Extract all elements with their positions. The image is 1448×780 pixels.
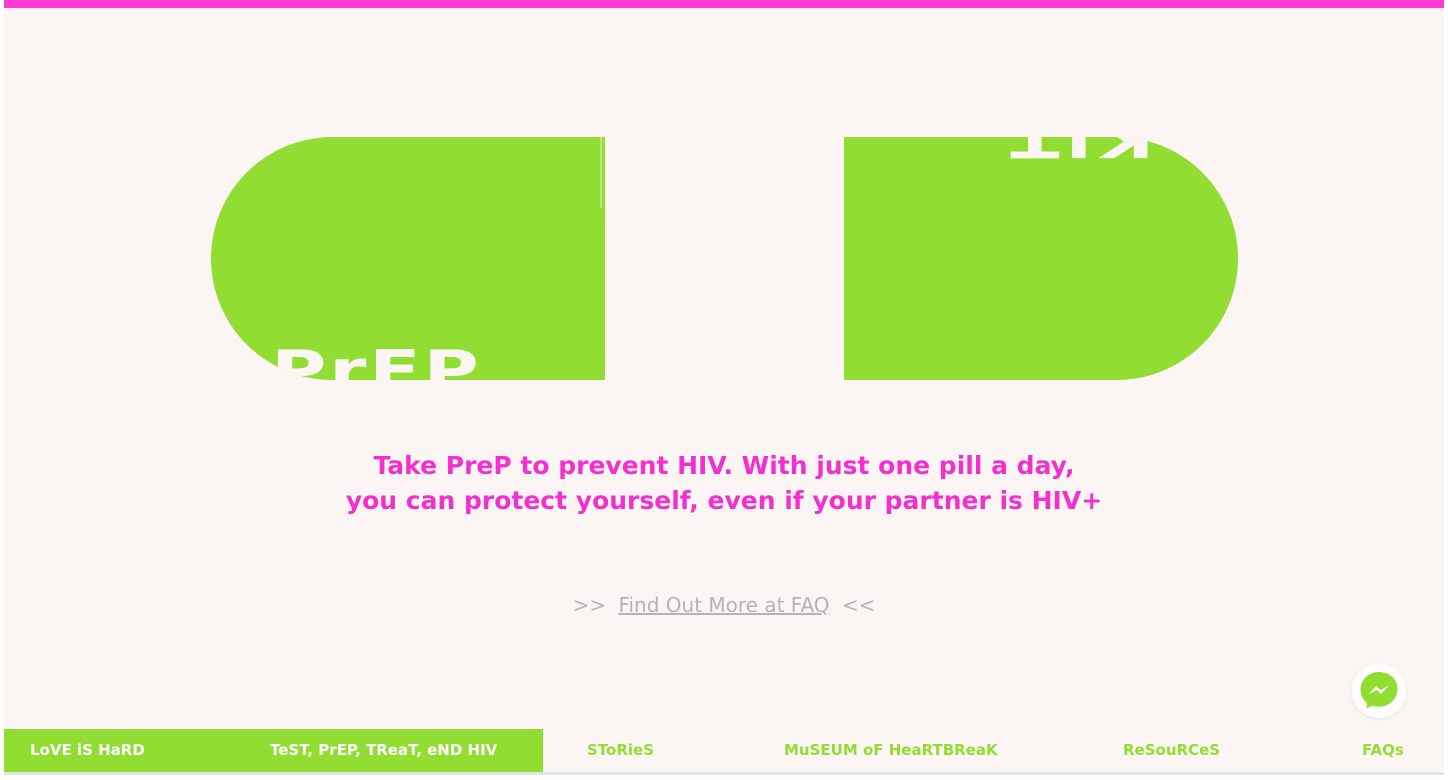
nav-item-stories[interactable]: SToRieS bbox=[587, 729, 654, 772]
messenger-button[interactable] bbox=[1352, 664, 1406, 718]
pill-left-half: PrEP bbox=[211, 137, 605, 380]
faq-cta: >> Find Out More at FAQ << bbox=[4, 593, 1444, 617]
faq-prefix: >> bbox=[572, 593, 607, 617]
nav-item-museum[interactable]: MuSEUM oF HeaRTBReaK bbox=[784, 729, 998, 772]
pill-left-label: PrEP bbox=[271, 339, 482, 381]
nav-item-faqs[interactable]: FAQs bbox=[1362, 729, 1404, 772]
page-bottom-edge bbox=[4, 772, 1444, 775]
faq-link[interactable]: Find Out More at FAQ bbox=[618, 593, 829, 617]
nav-item-test-prep[interactable]: TeST, PrEP, TReaT, eND HIV bbox=[270, 729, 497, 772]
top-accent-bar bbox=[4, 0, 1444, 8]
messenger-icon bbox=[1360, 672, 1398, 709]
faq-suffix: << bbox=[841, 593, 876, 617]
tagline-line-1: Take PreP to prevent HIV. With just one … bbox=[373, 451, 1075, 480]
nav-item-love-is-hard[interactable]: LoVE iS HaRD bbox=[30, 729, 145, 772]
pill-right-label: KIT bbox=[1004, 137, 1154, 167]
tagline-line-2: you can protect yourself, even if your p… bbox=[345, 486, 1103, 515]
hero-tagline: Take PreP to prevent HIV. With just one … bbox=[4, 448, 1444, 518]
bottom-nav: LoVE iS HaRD TeST, PrEP, TReaT, eND HIV … bbox=[4, 729, 1444, 772]
pill-divider bbox=[600, 137, 602, 208]
nav-item-resources[interactable]: ReSouRCeS bbox=[1123, 729, 1220, 772]
pill-right-half: KIT bbox=[844, 137, 1238, 380]
page: PrEP KIT Take PreP to prevent HIV. With … bbox=[4, 0, 1444, 775]
